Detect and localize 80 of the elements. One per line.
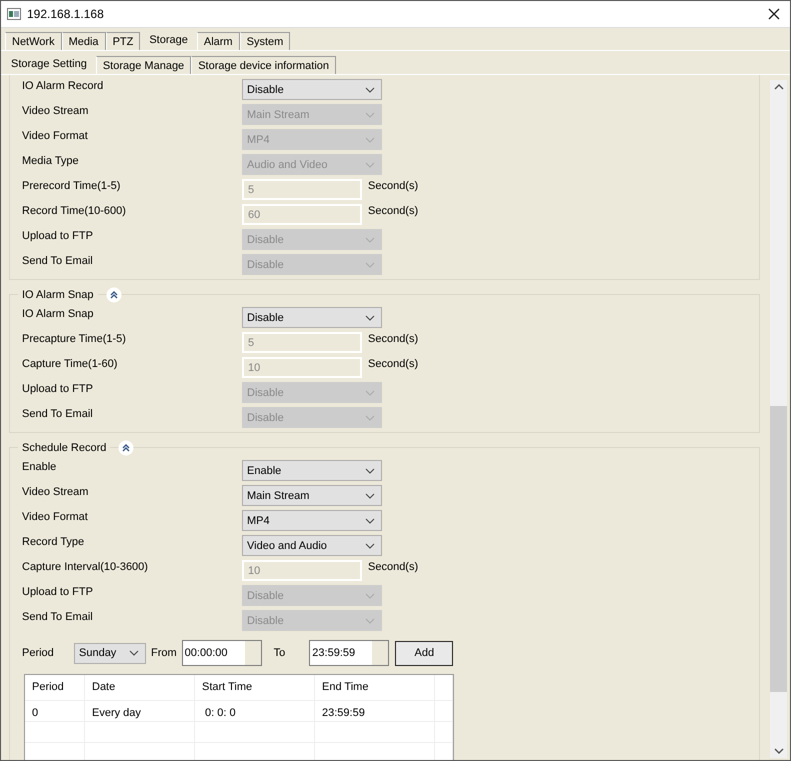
field-label: Record Time(10-600) [22,204,127,217]
column-header[interactable]: Date [85,675,195,700]
tab[interactable]: Media [62,32,106,50]
tab[interactable]: PTZ [106,32,140,50]
chevron-down-icon [365,468,375,474]
tab[interactable]: Storage device information [191,56,336,74]
collapse-icon[interactable] [118,440,134,456]
dropdown[interactable]: Video and Audio [242,535,382,556]
chevron-down-icon [365,136,375,142]
field-label: Capture Interval(10-3600) [22,560,149,573]
tab[interactable]: System [240,32,290,50]
tab[interactable]: NetWork [5,32,62,50]
chevron-down-icon [365,162,375,168]
field-label: Video Format [22,510,89,523]
table-cell: 0 [25,701,85,721]
unit-label: Second(s) [368,204,418,217]
column-header[interactable]: Period [25,675,85,700]
dropdown[interactable]: MP4 [242,510,382,531]
table-cell: 0: 0: 0 [195,701,315,721]
chevron-down-icon [365,618,375,624]
chevron-down-icon [365,112,375,118]
field-label: Send To Email [22,254,94,267]
tab[interactable]: Storage Manage [96,56,192,74]
table-cell: Every day [85,701,195,721]
chevron-down-icon [365,262,375,268]
field-label: Video Format [22,129,89,142]
period-label: Period [22,647,55,659]
to-label: To [274,647,286,659]
tab[interactable]: Alarm [196,32,240,50]
chevron-down-icon [365,390,375,396]
time-field[interactable]: 23:59:59 [309,640,390,666]
field-label: Send To Email [22,610,94,623]
chevron-down-icon [365,542,375,548]
close-icon[interactable] [768,8,780,20]
field-label: Video Stream [22,104,90,117]
chevron-down-icon [129,650,139,656]
scroll-thumb[interactable] [770,406,787,692]
unit-label: Second(s) [368,179,418,192]
scrollbar[interactable] [770,80,787,758]
dropdown[interactable]: Enable [242,460,382,481]
column-header[interactable]: End Time [315,675,435,700]
chevron-down-icon [365,492,375,498]
unit-label: Second(s) [368,560,418,573]
field-label: Record Type [22,535,86,548]
day-dropdown[interactable]: Sunday [74,642,146,664]
chevron-down-icon [365,86,375,92]
scroll-up-icon[interactable] [774,84,784,90]
time-field[interactable]: 00:00:00 [182,640,262,666]
field-label: Upload to FTP [22,229,94,242]
scroll-down-icon[interactable] [774,748,784,754]
add-button[interactable]: Add [395,640,454,666]
dropdown[interactable]: Disable [242,79,382,100]
from-label: From [151,647,177,659]
column-header[interactable]: Start Time [195,675,315,700]
field-label: Upload to FTP [22,585,94,598]
field-label: Precapture Time(1-5) [22,332,127,345]
field-label: Capture Time(1-60) [22,357,118,370]
field-label: IO Alarm Snap [22,307,95,320]
field-label: Enable [22,460,58,473]
table-cell: 23:59:59 [315,701,435,721]
chevron-down-icon [365,414,375,420]
chevron-down-icon [365,518,375,524]
chevron-down-icon [365,314,375,320]
field-label: Video Stream [22,485,90,498]
window-title: 192.168.1.168 [27,7,104,21]
unit-label: Second(s) [368,332,418,345]
field-label: Media Type [22,154,80,167]
section-title: IO Alarm Snap [18,289,98,301]
field-label: IO Alarm Record [22,79,104,92]
chevron-down-icon [365,592,375,598]
dropdown[interactable]: Main Stream [242,485,382,506]
collapse-icon[interactable] [106,287,122,303]
field-label: Upload to FTP [22,382,94,395]
dropdown[interactable]: Disable [242,307,382,328]
field-label: Send To Email [22,407,94,420]
unit-label: Second(s) [368,357,418,370]
field-label: Prerecord Time(1-5) [22,179,122,192]
chevron-down-icon [365,236,375,242]
window-icon [7,8,21,20]
section-title: Schedule Record [18,442,110,454]
